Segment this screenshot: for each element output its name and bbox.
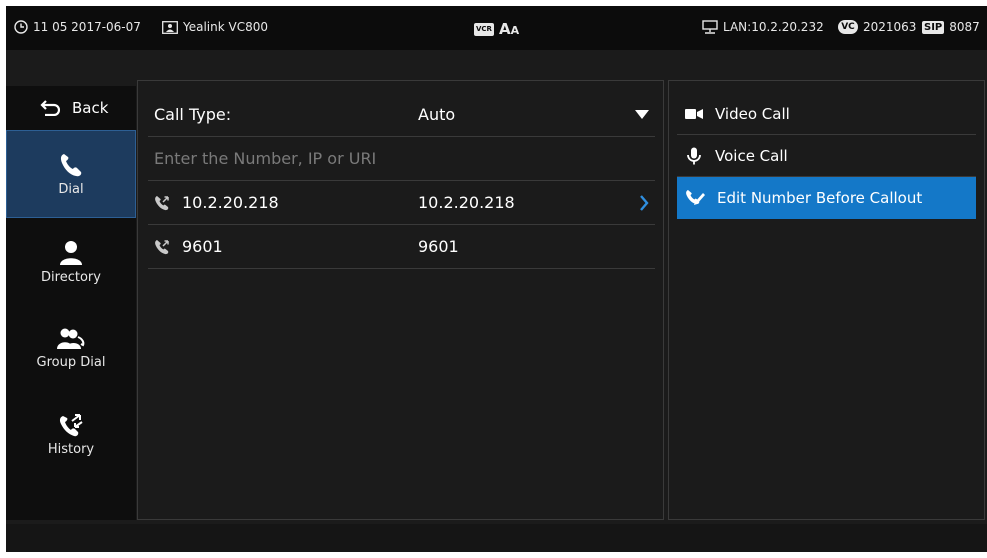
dial-panel: Call Type: Auto Enter the Number, IP or … bbox=[137, 80, 664, 520]
device-name: Yealink VC800 bbox=[183, 20, 269, 34]
call-options-menu: Video Call Voice Call Edit Number Before… bbox=[668, 80, 985, 520]
person-icon bbox=[59, 240, 83, 266]
vc-status: VC 2021063 bbox=[838, 20, 916, 34]
sip-number: 8087 bbox=[949, 20, 980, 34]
entry-number: 10.2.20.218 bbox=[418, 193, 515, 212]
vc-badge: VC bbox=[838, 20, 858, 34]
outgoing-call-icon bbox=[154, 195, 170, 211]
lan-status: LAN:10.2.20.232 bbox=[702, 20, 824, 34]
clock-area: 11 05 2017-06-07 bbox=[14, 20, 141, 34]
entry-number: 9601 bbox=[418, 237, 459, 256]
entry-name: 9601 bbox=[182, 237, 223, 256]
back-button[interactable]: Back bbox=[6, 86, 136, 130]
dial-input[interactable]: Enter the Number, IP or URI bbox=[148, 137, 655, 181]
video-call-option[interactable]: Video Call bbox=[677, 93, 976, 135]
sidebar: Back Dial Directory Group Dial History bbox=[6, 86, 136, 520]
list-item[interactable]: 10.2.20.218 10.2.20.218 bbox=[148, 181, 655, 225]
back-arrow-icon bbox=[40, 100, 60, 116]
sip-status: SIP 8087 bbox=[922, 20, 980, 34]
vcr-tag[interactable]: VCR bbox=[474, 22, 494, 36]
sip-tag: SIP bbox=[922, 20, 945, 34]
phone-icon bbox=[59, 152, 83, 178]
microphone-icon bbox=[685, 147, 703, 165]
dial-input-placeholder: Enter the Number, IP or URI bbox=[154, 149, 377, 168]
contact-card-icon bbox=[162, 20, 178, 34]
sidebar-item-label: History bbox=[47, 441, 95, 457]
outgoing-call-icon bbox=[154, 239, 170, 255]
device-name-area: Yealink VC800 bbox=[162, 20, 268, 34]
sidebar-item-directory[interactable]: Directory bbox=[6, 218, 136, 306]
menu-item-label: Video Call bbox=[715, 104, 790, 123]
phone-edit-icon bbox=[685, 189, 705, 207]
dropdown-triangle-icon bbox=[635, 110, 649, 119]
time-date: 11 05 2017-06-07 bbox=[33, 20, 141, 34]
status-bar: 11 05 2017-06-07 Yealink VC800 VCR AA LA… bbox=[6, 6, 987, 50]
sidebar-item-label: Dial bbox=[58, 181, 84, 197]
sidebar-item-history[interactable]: History bbox=[6, 390, 136, 478]
sidebar-item-group-dial[interactable]: Group Dial bbox=[6, 304, 136, 392]
sidebar-item-label: Group Dial bbox=[36, 354, 106, 370]
vc-number: 2021063 bbox=[863, 20, 917, 34]
chevron-right-icon bbox=[639, 194, 649, 211]
voice-call-option[interactable]: Voice Call bbox=[677, 135, 976, 177]
history-icon bbox=[58, 412, 84, 438]
lan-address: LAN:10.2.20.232 bbox=[723, 20, 824, 34]
sidebar-item-label: Directory bbox=[41, 269, 101, 285]
menu-item-label: Edit Number Before Callout bbox=[717, 189, 923, 207]
edit-number-option[interactable]: Edit Number Before Callout bbox=[677, 177, 976, 219]
call-type-label: Call Type: bbox=[154, 105, 232, 124]
clock-icon bbox=[14, 20, 28, 34]
network-icon bbox=[702, 20, 718, 34]
list-item[interactable]: 9601 9601 bbox=[148, 225, 655, 269]
font-size-toggle[interactable]: AA bbox=[499, 20, 519, 38]
back-label: Back bbox=[72, 99, 109, 117]
video-camera-icon bbox=[685, 108, 703, 120]
group-icon bbox=[56, 327, 86, 351]
menu-item-label: Voice Call bbox=[715, 146, 788, 165]
footer-bar bbox=[6, 524, 987, 552]
screen: 11 05 2017-06-07 Yealink VC800 VCR AA LA… bbox=[6, 6, 987, 552]
entry-name: 10.2.20.218 bbox=[182, 193, 279, 212]
sidebar-item-dial[interactable]: Dial bbox=[6, 130, 136, 218]
display-controls: VCR AA bbox=[474, 20, 519, 38]
call-type-select[interactable]: Call Type: Auto bbox=[148, 93, 655, 137]
call-type-value: Auto bbox=[418, 105, 456, 124]
